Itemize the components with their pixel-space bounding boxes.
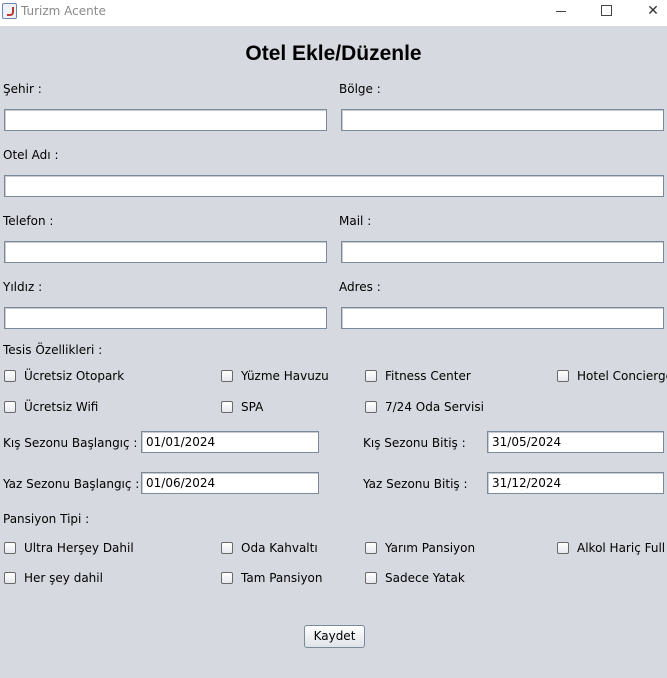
feature-checkbox-free-wifi[interactable]: Ücretsiz Wifi (4, 399, 98, 415)
pension-label: Yarım Pansiyon (385, 541, 476, 555)
pension-checkbox-half-board[interactable]: Yarım Pansiyon (365, 540, 475, 556)
window-titlebar: Turizm Acente ✕ (0, 0, 667, 26)
form-title: Otel Ekle/Düzenle (245, 42, 422, 65)
pension-label: Her şey dahil (24, 571, 103, 585)
feature-label: Fitness Center (385, 369, 471, 383)
hotel-name-label: Otel Adı : (3, 148, 59, 162)
mail-field[interactable] (341, 241, 664, 263)
winter-start-label: Kış Sezonu Başlangıç : (3, 436, 138, 450)
city-label: Şehir : (3, 82, 42, 96)
pension-checkbox-all-inclusive[interactable]: Her şey dahil (4, 570, 103, 586)
close-button[interactable]: ✕ (638, 1, 667, 23)
feature-label: Yüzme Havuzu (241, 369, 329, 383)
save-button[interactable]: Kaydet (304, 625, 365, 648)
feature-checkbox-pool[interactable]: Yüzme Havuzu (221, 368, 329, 384)
checkbox-box[interactable] (365, 401, 377, 413)
window-title: Turizm Acente (21, 4, 106, 18)
mail-label: Mail : (339, 214, 372, 228)
pension-label: Sadece Yatak (385, 571, 465, 585)
pension-label: Alkol Hariç Full (577, 541, 666, 555)
checkbox-box[interactable] (365, 572, 377, 584)
feature-checkbox-free-parking[interactable]: Ücretsiz Otopark (4, 368, 124, 384)
minimize-button[interactable] (546, 1, 576, 23)
checkbox-box[interactable] (365, 370, 377, 382)
pension-label: Ultra Herşey Dahil (24, 541, 134, 555)
pension-checkbox-bed-breakfast[interactable]: Oda Kahvaltı (221, 540, 318, 556)
stars-label: Yıldız : (3, 280, 43, 294)
address-label: Adres : (339, 280, 381, 294)
checkbox-box[interactable] (4, 370, 16, 382)
checkbox-box[interactable] (221, 370, 233, 382)
winter-start-field[interactable]: 01/01/2024 (141, 431, 319, 453)
pension-checkbox-full-board[interactable]: Tam Pansiyon (221, 570, 323, 586)
pension-checkbox-alcohol-free-full[interactable]: Alkol Hariç Full (557, 540, 665, 556)
pension-label: Tam Pansiyon (241, 571, 323, 585)
summer-end-label: Yaz Sezonu Bitiş : (363, 477, 468, 491)
phone-field[interactable] (4, 241, 327, 263)
feature-checkbox-spa[interactable]: SPA (221, 399, 263, 415)
feature-checkbox-concierge[interactable]: Hotel Concierge (557, 368, 667, 384)
phone-label: Telefon : (3, 214, 54, 228)
checkbox-box[interactable] (4, 572, 16, 584)
checkbox-box[interactable] (557, 542, 569, 554)
pension-type-label: Pansiyon Tipi : (3, 512, 90, 526)
feature-label: Ücretsiz Otopark (24, 369, 125, 383)
feature-label: Hotel Concierge (577, 369, 667, 383)
checkbox-box[interactable] (221, 401, 233, 413)
region-field[interactable] (341, 109, 664, 131)
summer-start-label: Yaz Sezonu Başlangıç : (3, 477, 140, 491)
summer-start-field[interactable]: 01/06/2024 (141, 472, 319, 494)
maximize-button[interactable] (591, 1, 621, 23)
hotel-name-field[interactable] (4, 175, 664, 197)
java-app-icon (2, 3, 17, 19)
feature-label: Ücretsiz Wifi (24, 400, 99, 414)
features-label: Tesis Özellikleri : (3, 343, 103, 357)
pension-label: Oda Kahvaltı (241, 541, 318, 555)
checkbox-box[interactable] (221, 542, 233, 554)
address-field[interactable] (341, 307, 664, 329)
pension-checkbox-room-only[interactable]: Sadece Yatak (365, 570, 465, 586)
feature-checkbox-fitness[interactable]: Fitness Center (365, 368, 471, 384)
feature-label: 7/24 Oda Servisi (385, 400, 484, 414)
winter-end-label: Kış Sezonu Bitiş : (363, 436, 466, 450)
feature-checkbox-room-service[interactable]: 7/24 Oda Servisi (365, 399, 484, 415)
stars-field[interactable] (4, 307, 327, 329)
summer-end-field[interactable]: 31/12/2024 (487, 472, 664, 494)
winter-end-field[interactable]: 31/05/2024 (487, 431, 664, 453)
checkbox-box[interactable] (557, 370, 569, 382)
checkbox-box[interactable] (4, 542, 16, 554)
feature-label: SPA (241, 400, 264, 414)
region-label: Bölge : (339, 82, 381, 96)
pension-checkbox-ultra-all-inclusive[interactable]: Ultra Herşey Dahil (4, 540, 134, 556)
checkbox-box[interactable] (365, 542, 377, 554)
checkbox-box[interactable] (221, 572, 233, 584)
city-field[interactable] (4, 109, 327, 131)
checkbox-box[interactable] (4, 401, 16, 413)
